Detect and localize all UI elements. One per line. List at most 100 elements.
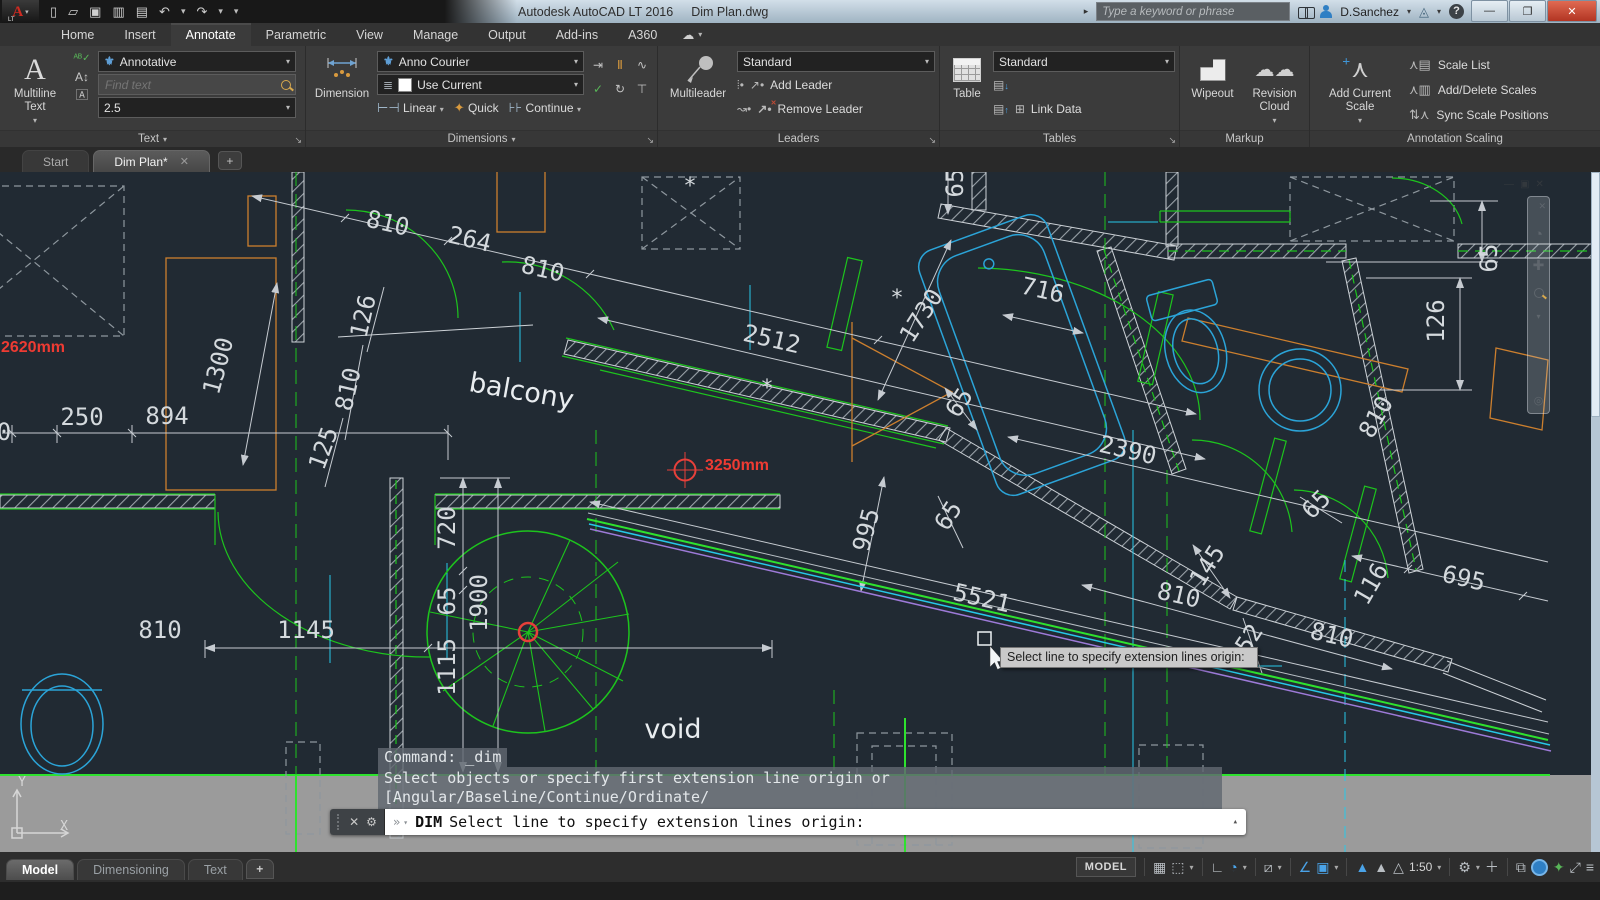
annotation-scale-value[interactable]: 1:50 [1409, 860, 1432, 874]
tab-home[interactable]: Home [46, 23, 109, 46]
new-file-icon[interactable]: ▯ [50, 0, 57, 23]
autoscale-icon[interactable]: ▲ [1374, 859, 1388, 875]
panel-footer-tables[interactable]: Tables ↘ [940, 130, 1179, 147]
expand-history-icon[interactable]: ▴ [1233, 817, 1238, 827]
panel-launcher-icon[interactable]: ↘ [1168, 132, 1176, 148]
revision-cloud-button[interactable]: ☁☁ Revision Cloud ▾ [1245, 49, 1305, 129]
search-input[interactable] [1096, 2, 1290, 21]
adjust-space-icon[interactable]: Ⅱ [617, 58, 623, 72]
check-spelling-icon[interactable]: ᴬᴮ✓ [73, 52, 90, 66]
fullscreen-icon[interactable]: ⤢ [1570, 859, 1581, 876]
grid-icon[interactable]: ▦ [1153, 859, 1166, 876]
ortho-icon[interactable]: ∟ [1211, 859, 1225, 875]
open-file-icon[interactable]: ▱ [68, 0, 78, 23]
scrollbar-thumb[interactable] [1591, 172, 1600, 417]
command-input[interactable]: » ▾ DIM Select line to specify extension… [385, 809, 1246, 835]
table-button[interactable]: Table [944, 49, 990, 129]
command-bar[interactable]: ✕ ⚙ » ▾ DIM Select line to specify exten… [330, 809, 1246, 835]
text-align-icon[interactable]: A↕ [75, 70, 89, 84]
undo-icon[interactable]: ↶ [159, 0, 170, 23]
autocad-logo[interactable]: A LT ▾ [2, 0, 39, 23]
vertical-scrollbar[interactable] [1591, 172, 1600, 852]
panel-launcher-icon[interactable]: ↘ [928, 132, 936, 148]
multileader-button[interactable]: Multileader [662, 49, 734, 129]
save-icon[interactable]: ▣ [89, 0, 101, 23]
update-icon[interactable]: ↻ [615, 82, 625, 96]
link-data-icon[interactable]: ⊞ [1015, 102, 1025, 116]
customize-plus-icon[interactable]: ＋ [1485, 857, 1499, 877]
customize-command-icon[interactable]: ⚙ [366, 815, 377, 829]
text-height-dropdown[interactable]: 2.5 ▾ [98, 97, 296, 118]
panel-footer-dimensions[interactable]: Dimensions▾ ↘ [306, 130, 657, 147]
close-command-icon[interactable]: ✕ [349, 815, 359, 829]
navbar-menu-icon[interactable]: ◎ [1534, 394, 1544, 407]
find-text-input[interactable] [103, 77, 281, 93]
tab-a360[interactable]: A360 [613, 23, 672, 46]
close-button[interactable]: ✕ [1547, 0, 1597, 22]
panel-footer-text[interactable]: Text▾ ↘ [0, 130, 305, 147]
inspect-icon[interactable]: ✓ [593, 82, 603, 96]
snap-icon[interactable]: ⬚ [1171, 859, 1184, 876]
pan-icon[interactable]: ✚ [1533, 257, 1545, 274]
tab-insert[interactable]: Insert [109, 23, 170, 46]
align-leader-icon[interactable]: ⦙• [737, 78, 744, 93]
qat-customize-icon[interactable]: ▾ [234, 0, 239, 23]
search-collapse-icon[interactable]: ▸ [1084, 6, 1089, 17]
remove-leader-label[interactable]: Remove Leader [778, 102, 863, 116]
panel-launcher-icon[interactable]: ↘ [294, 132, 302, 148]
annotation-visibility-icon[interactable]: ▲ [1355, 859, 1369, 875]
dimension-button[interactable]: Dimension [310, 49, 374, 129]
add-leader-label[interactable]: Add Leader [770, 78, 832, 92]
add-delete-scales-button[interactable]: ⋏▥ Add/Delete Scales [1409, 78, 1596, 101]
text-style-dropdown[interactable]: ⚜ Annotative ▾ [98, 51, 296, 72]
wipeout-button[interactable]: Wipeout [1185, 49, 1241, 129]
search-icon[interactable] [1298, 6, 1312, 18]
find-text-search-icon[interactable] [281, 80, 291, 90]
remove-leader-icon[interactable]: ↗• [757, 102, 771, 116]
continue-dim-button[interactable]: ⊦⊦ Continue ▾ [509, 100, 581, 116]
minimize-button[interactable]: — [1471, 0, 1508, 22]
close-tab-icon[interactable]: ✕ [180, 155, 189, 168]
tab-view[interactable]: View [341, 23, 398, 46]
signed-in-user[interactable]: D.Sanchez [1340, 5, 1399, 19]
plot-icon[interactable]: ▤ [136, 0, 148, 23]
layout-tab-dimensioning[interactable]: Dimensioning [77, 859, 185, 880]
chevron-down-icon[interactable]: ▾ [1334, 863, 1338, 872]
text-style-icon[interactable]: 🄰 [76, 88, 88, 102]
apps-dropdown-icon[interactable]: ▾ [1437, 7, 1441, 16]
model-space-toggle[interactable]: MODEL [1076, 857, 1136, 877]
viewport-controls[interactable]: —▣✕ [1504, 179, 1550, 190]
scale-list-button[interactable]: ⋏▤ Scale List [1409, 53, 1596, 76]
steering-wheel-icon[interactable]: ◔ [1534, 226, 1543, 243]
tab-annotate[interactable]: Annotate [171, 23, 251, 46]
chevron-down-icon[interactable]: ▾ [403, 818, 408, 827]
new-layout-button[interactable]: + [246, 859, 274, 879]
add-current-scale-button[interactable]: ⋏+ Add Current Scale ▾ [1314, 49, 1406, 129]
new-drawing-tab-button[interactable]: + [218, 151, 242, 170]
jog-line-icon[interactable]: ∿ [637, 58, 647, 72]
navbar-close-icon[interactable]: ✕ [1538, 201, 1546, 212]
panel-footer-markup[interactable]: Markup [1180, 130, 1309, 147]
undo-dropdown-icon[interactable]: ▾ [181, 0, 186, 23]
osnap-icon[interactable]: ▣ [1316, 859, 1329, 876]
file-tab-start[interactable]: Start [22, 150, 89, 172]
mleader-style-dropdown[interactable]: Standard ▾ [737, 51, 935, 72]
hardware-acceleration-icon[interactable] [1531, 859, 1548, 876]
link-data-label[interactable]: Link Data [1031, 102, 1082, 116]
save-as-icon[interactable]: ▥ [112, 0, 124, 23]
command-prompt-icon[interactable]: » [393, 815, 400, 829]
dim-style-dropdown[interactable]: ⚜ Anno Courier ▾ [377, 51, 584, 72]
polar-tracking-icon[interactable]: ◔ [1229, 859, 1237, 875]
tab-parametric[interactable]: Parametric [251, 23, 341, 46]
redo-dropdown-icon[interactable]: ▾ [218, 0, 223, 23]
sync-scale-positions-button[interactable]: ⇅⋏ Sync Scale Positions [1409, 103, 1596, 126]
quick-dim-button[interactable]: ✦ Quick [454, 100, 499, 116]
clean-screen-icon[interactable]: ✦ [1553, 859, 1565, 876]
chevron-down-icon[interactable]: ▾ [1189, 863, 1193, 872]
featured-apps-button[interactable]: ☁ ▾ [672, 23, 712, 46]
zoom-icon[interactable] [1534, 288, 1544, 298]
panel-footer-leaders[interactable]: Leaders ↘ [658, 130, 939, 147]
annotation-scale-icon[interactable]: △ [1393, 859, 1404, 876]
redo-icon[interactable]: ↷ [196, 0, 207, 23]
layout-tab-text[interactable]: Text [188, 859, 243, 880]
